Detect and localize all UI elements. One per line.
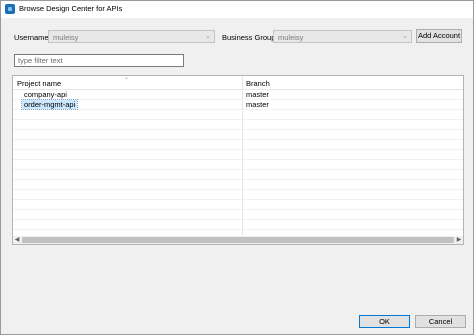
window-title: Browse Design Center for APIs (19, 4, 123, 13)
chevron-down-icon: ⌄ (205, 33, 211, 40)
filter-field[interactable] (14, 54, 187, 67)
table-row-empty (13, 150, 463, 160)
table-row-empty (13, 210, 463, 220)
table-row-empty (13, 130, 463, 140)
ok-button[interactable]: OK (359, 315, 410, 328)
table-row-selected[interactable]: order-mgmt-api master (13, 99, 463, 110)
chevron-right-icon[interactable]: ▶ (455, 236, 463, 244)
username-combo[interactable]: muleisy ⌄ (48, 30, 215, 43)
table-row-empty (13, 200, 463, 210)
sort-indicator-icon: ⌄ (124, 75, 130, 81)
branch-cell: master (246, 100, 269, 109)
cancel-button[interactable]: Cancel (415, 315, 466, 328)
scrollbar-thumb[interactable] (22, 237, 454, 243)
table-row-empty (13, 190, 463, 200)
horizontal-scrollbar[interactable]: ◀ ▶ (13, 236, 463, 244)
username-label: Username (14, 33, 49, 42)
chevron-down-icon: ⌄ (402, 33, 408, 40)
column-header-branch[interactable]: Branch (246, 79, 270, 88)
table-row-empty (13, 180, 463, 190)
chevron-left-icon[interactable]: ◀ (13, 236, 21, 244)
table-header: Project name ⌄ Branch (13, 76, 463, 90)
business-group-value: muleisy (278, 33, 304, 42)
table-row-empty (13, 170, 463, 180)
table-row-empty (13, 110, 463, 120)
browse-design-center-dialog: Browse Design Center for APIs Username m… (0, 0, 474, 335)
table-row-empty (13, 160, 463, 170)
table-row-empty (13, 140, 463, 150)
column-header-project-name[interactable]: Project name (17, 79, 61, 88)
table-row-empty (13, 120, 463, 130)
username-value: muleisy (53, 33, 79, 42)
filter-input[interactable] (15, 55, 187, 66)
add-account-button[interactable]: Add Account (416, 29, 462, 43)
title-bar[interactable]: Browse Design Center for APIs (1, 1, 473, 18)
branch-cell: master (246, 90, 269, 99)
table-row-empty (13, 220, 463, 230)
table-row[interactable]: company-api master (13, 90, 463, 100)
business-group-label: Business Group (222, 33, 276, 42)
projects-table: Project name ⌄ Branch company-api master… (12, 75, 464, 245)
project-name-cell: order-mgmt-api (20, 99, 79, 110)
anypoint-studio-icon (5, 4, 15, 14)
project-name-cell: company-api (24, 90, 67, 99)
business-group-combo[interactable]: muleisy ⌄ (273, 30, 412, 43)
